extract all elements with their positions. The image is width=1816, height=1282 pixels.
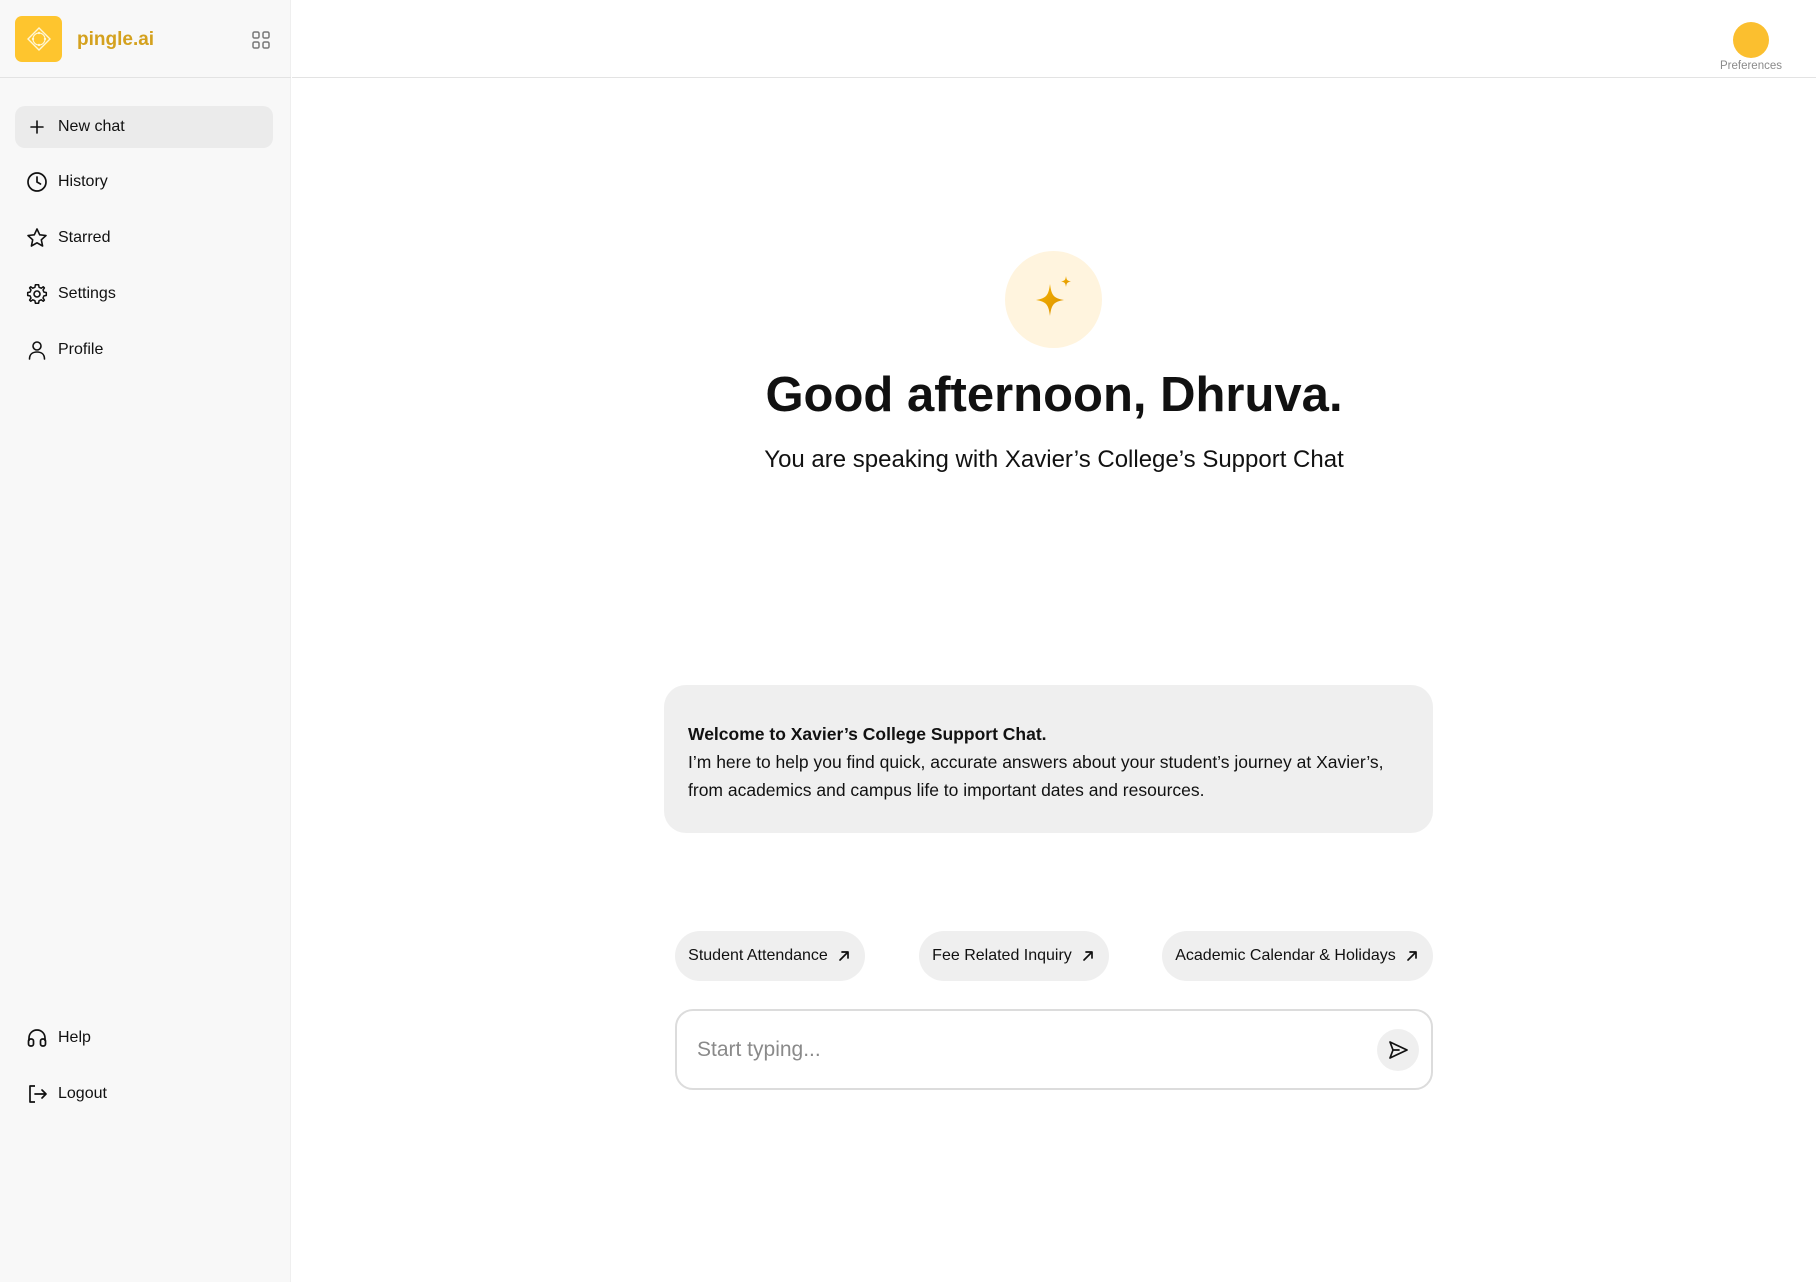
preferences-label: Preferences bbox=[1719, 60, 1782, 72]
sparkle-badge bbox=[1005, 251, 1102, 348]
message-composer bbox=[675, 1009, 1433, 1090]
clock-icon bbox=[26, 171, 48, 193]
top-bar: Preferences bbox=[292, 0, 1816, 78]
sparkle-icon bbox=[1035, 275, 1071, 316]
message-input[interactable] bbox=[697, 1031, 1337, 1069]
sidebar-item-starred[interactable]: Starred bbox=[15, 217, 273, 259]
arrow-up-right-icon bbox=[1080, 948, 1096, 964]
preferences-button[interactable]: Preferences bbox=[1716, 22, 1786, 72]
suggestion-chip-fee-inquiry[interactable]: Fee Related Inquiry bbox=[919, 931, 1109, 981]
sidebar-item-history[interactable]: History bbox=[15, 161, 273, 203]
avatar[interactable] bbox=[1733, 22, 1769, 58]
brand-name: pingle.ai bbox=[77, 29, 155, 50]
user-icon bbox=[26, 339, 48, 361]
suggestion-label: Student Attendance bbox=[688, 947, 828, 964]
greeting-title: Good afternoon, Dhruva. bbox=[765, 368, 1343, 422]
welcome-message-card: Welcome to Xavier’s College Support Chat… bbox=[664, 685, 1433, 833]
greeting-subtitle: You are speaking with Xavier’s College’s… bbox=[764, 446, 1344, 473]
plus-icon bbox=[26, 116, 48, 138]
welcome-title: Welcome to Xavier’s College Support Chat… bbox=[688, 724, 1047, 744]
arrow-up-right-icon bbox=[1404, 948, 1420, 964]
sidebar: pingle.ai New chat History Starred Setti… bbox=[0, 0, 291, 1282]
suggestion-label: Academic Calendar & Holidays bbox=[1175, 947, 1396, 964]
logo-icon bbox=[26, 27, 51, 51]
sidebar-item-label: Profile bbox=[58, 341, 104, 358]
sidebar-header: pingle.ai bbox=[0, 0, 291, 78]
app-root: pingle.ai New chat History Starred Setti… bbox=[0, 0, 1816, 1282]
sidebar-item-profile[interactable]: Profile bbox=[15, 329, 273, 371]
suggestion-label: Fee Related Inquiry bbox=[932, 947, 1072, 964]
welcome-body: I’m here to help you find quick, accurat… bbox=[688, 752, 1384, 800]
sidebar-item-help[interactable]: Help bbox=[15, 1017, 273, 1059]
sidebar-item-new-chat[interactable]: New chat bbox=[15, 106, 273, 148]
grid-icon bbox=[252, 31, 270, 49]
sidebar-item-label: History bbox=[58, 173, 108, 190]
gear-icon bbox=[26, 283, 48, 305]
sidebar-item-label: Starred bbox=[58, 229, 111, 246]
suggestion-chip-student-attendance[interactable]: Student Attendance bbox=[675, 931, 865, 981]
send-button[interactable] bbox=[1377, 1029, 1419, 1071]
suggestion-chip-academic-calendar[interactable]: Academic Calendar & Holidays bbox=[1162, 931, 1433, 981]
headphones-icon bbox=[26, 1027, 48, 1049]
star-icon bbox=[26, 227, 48, 249]
app-logo[interactable] bbox=[15, 16, 62, 62]
arrow-up-right-icon bbox=[836, 948, 852, 964]
sidebar-item-label: Help bbox=[58, 1029, 91, 1046]
sidebar-item-label: Settings bbox=[58, 285, 116, 302]
sidebar-item-settings[interactable]: Settings bbox=[15, 273, 273, 315]
sidebar-item-logout[interactable]: Logout bbox=[15, 1073, 273, 1115]
logout-icon bbox=[26, 1083, 48, 1105]
apps-grid-button[interactable] bbox=[251, 30, 271, 50]
sidebar-item-label: Logout bbox=[58, 1085, 107, 1102]
sidebar-item-label: New chat bbox=[58, 118, 125, 135]
send-icon bbox=[1389, 1041, 1408, 1059]
